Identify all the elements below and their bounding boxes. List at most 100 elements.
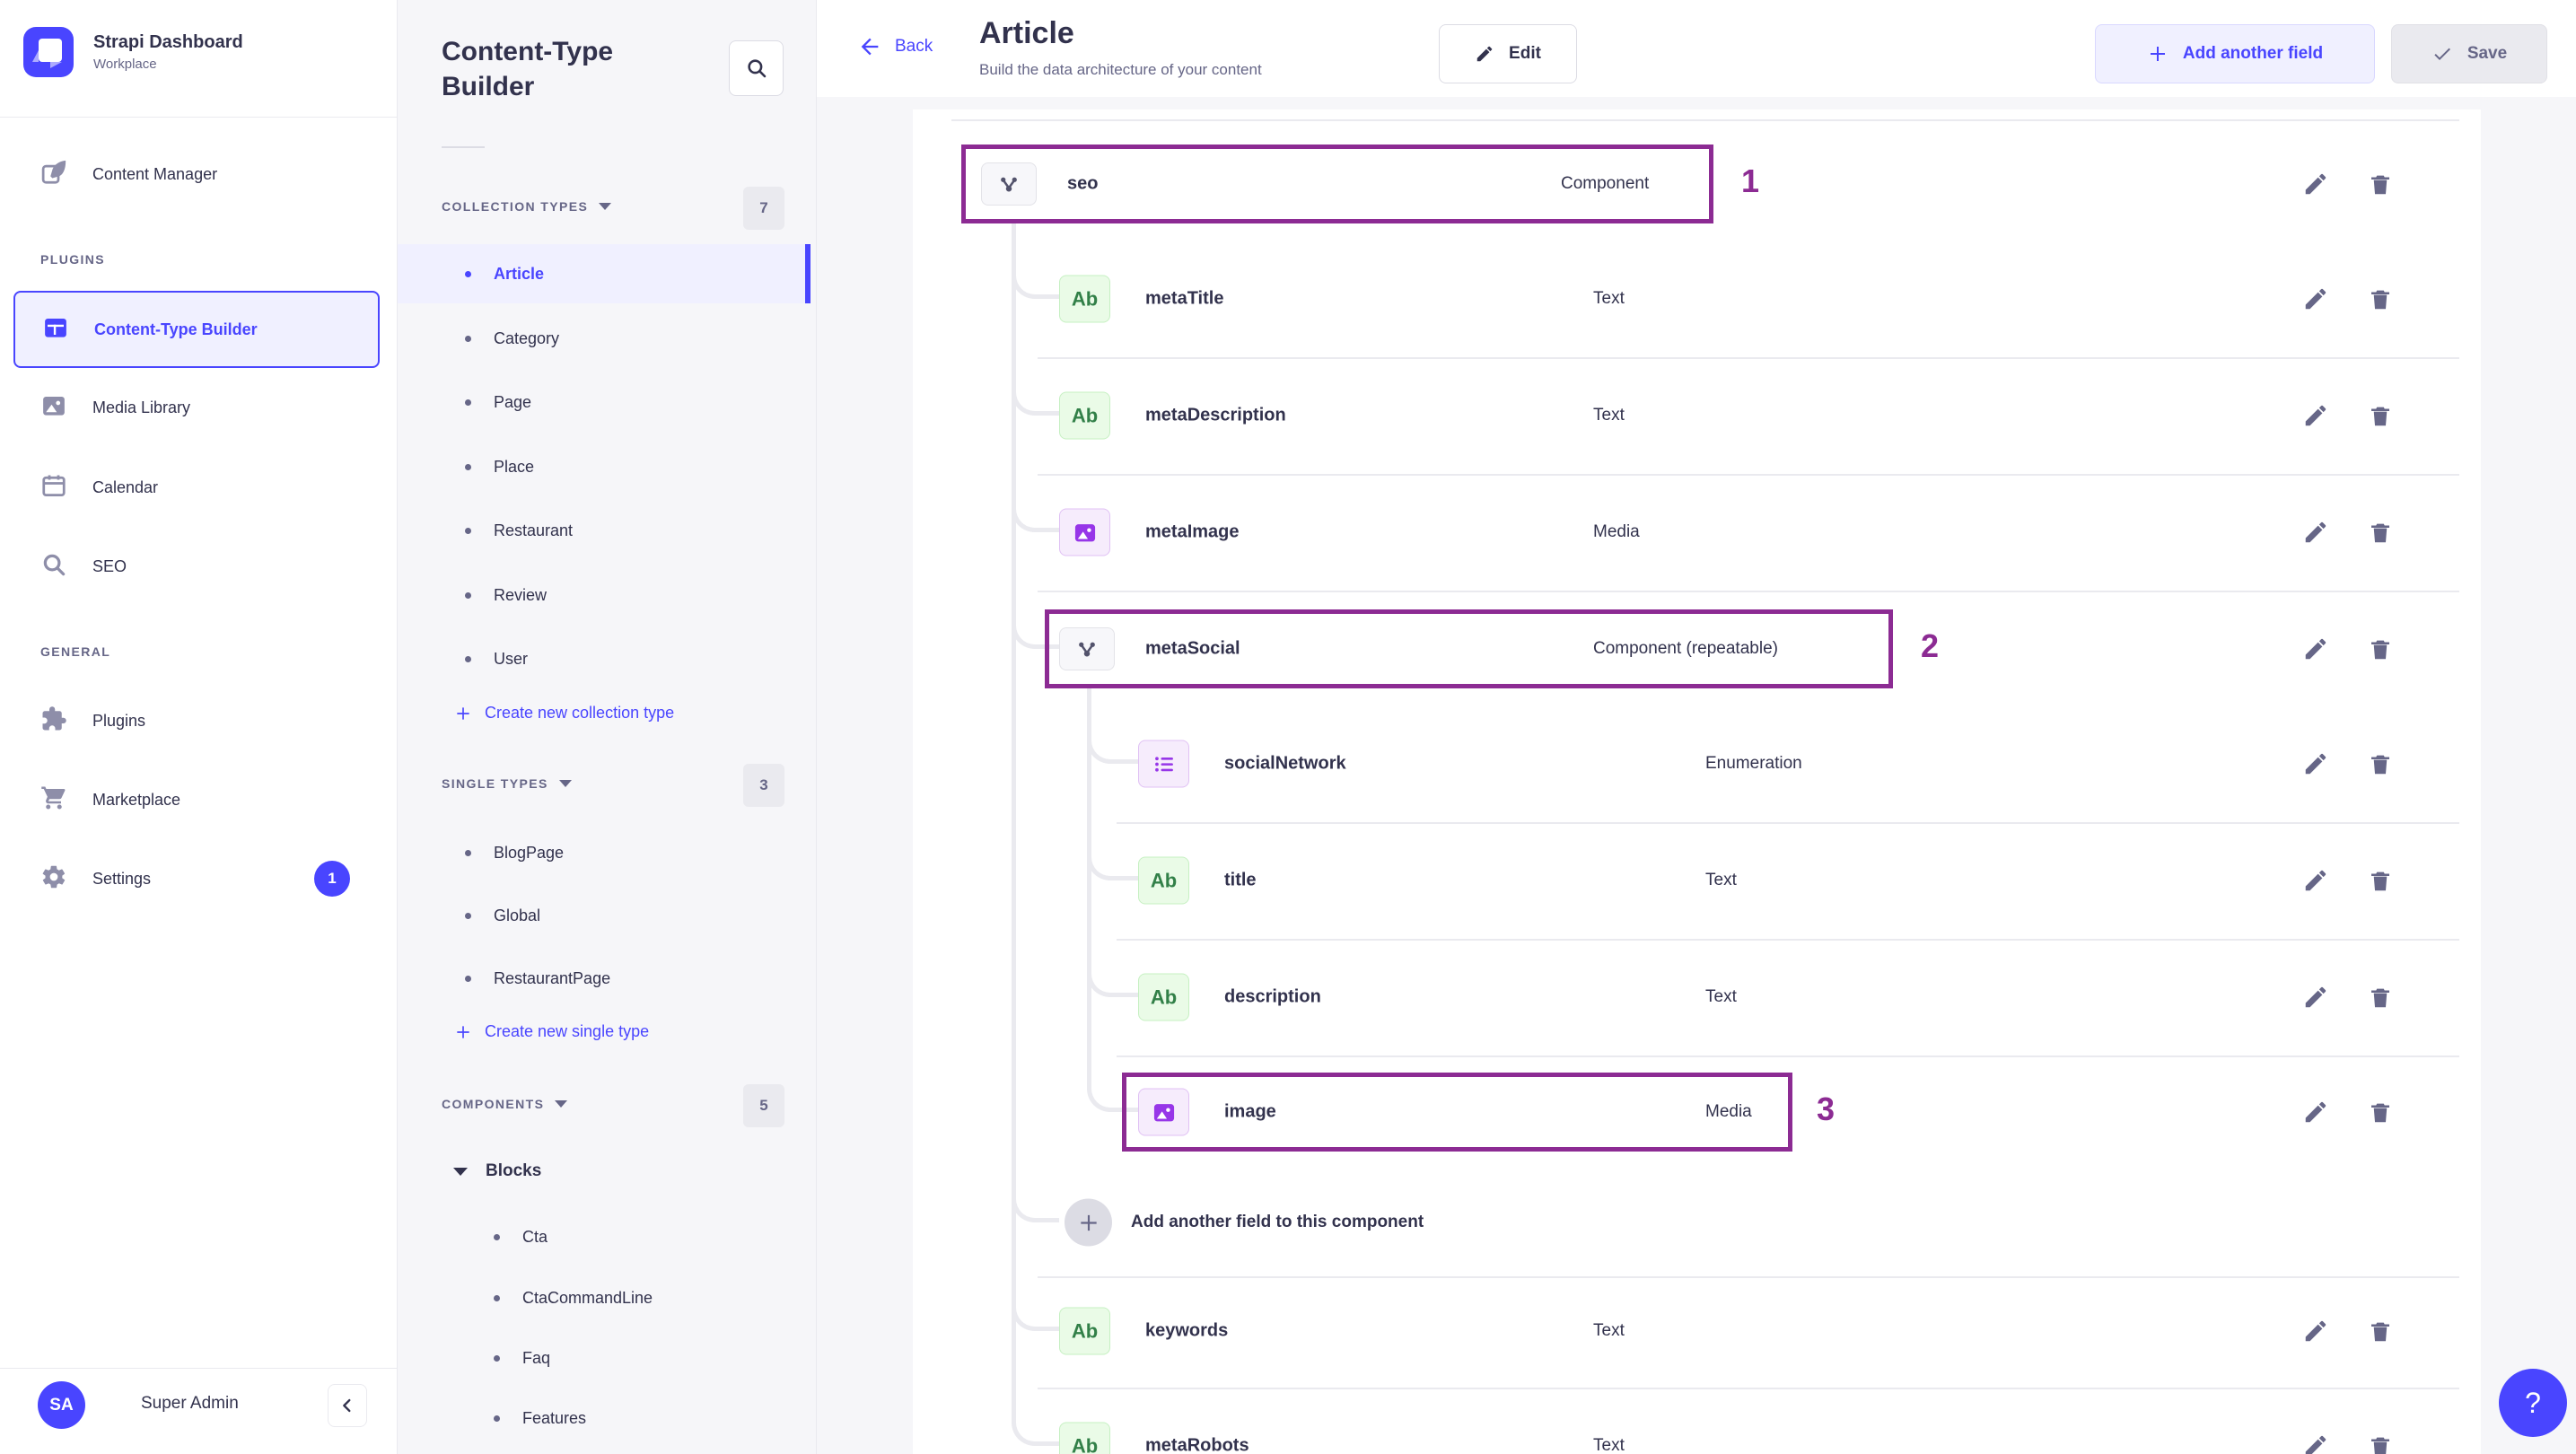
calendar-icon (40, 472, 67, 504)
delete-field-button[interactable] (2365, 865, 2396, 896)
edit-field-button[interactable] (2300, 284, 2331, 314)
app-title: Strapi Dashboard (93, 32, 243, 52)
delete-field-button[interactable] (2365, 400, 2396, 431)
edit-button[interactable]: Edit (1439, 24, 1577, 83)
sidebar-item-content-manager[interactable]: Content Manager (0, 145, 398, 203)
sidebar-item-calendar[interactable]: Calendar (0, 459, 398, 516)
sidebar-item-label: Content-Type Builder (94, 320, 258, 338)
add-another-field-button[interactable]: Add another field (2095, 24, 2375, 83)
user-row: SA Super Admin (0, 1369, 398, 1454)
edit-field-button[interactable] (2300, 400, 2331, 431)
back-link[interactable]: Back (857, 34, 933, 59)
divider (0, 117, 398, 118)
delete-field-button[interactable] (2365, 517, 2396, 547)
chevron-left-icon (343, 1398, 351, 1413)
feather-icon (40, 159, 67, 190)
edit-field-button[interactable] (2300, 982, 2331, 1012)
delete-field-button[interactable] (2365, 749, 2396, 779)
component-category-blocks[interactable]: Blocks (453, 1161, 541, 1181)
create-new-collection-type-link[interactable]: Create new collection type (454, 704, 674, 723)
add-field-to-component-row[interactable]: Add another field to this component (913, 1164, 2481, 1281)
field-name: metaRobots (1145, 1435, 1249, 1454)
field-row-keywords: Ab keywords Text (913, 1273, 2481, 1389)
panel-item-cta[interactable]: Cta (398, 1208, 810, 1266)
strapi-logo-icon (23, 27, 74, 77)
delete-field-button[interactable] (2365, 284, 2396, 314)
panel-item-page[interactable]: Page (398, 373, 810, 431)
sidebar-item-content-type-builder[interactable]: Content-Type Builder (13, 291, 380, 368)
search-icon (40, 551, 67, 582)
panel-group-label[interactable]: COLLECTION TYPES (442, 199, 612, 214)
delete-field-button[interactable] (2365, 982, 2396, 1012)
brand: Strapi Dashboard Workplace (23, 27, 243, 77)
create-new-single-type-link[interactable]: Create new single type (454, 1022, 649, 1041)
panel-group-count: 3 (743, 764, 784, 807)
divider (442, 146, 485, 148)
help-button[interactable]: ? (2499, 1369, 2567, 1437)
bullet-icon (465, 975, 471, 982)
field-name: keywords (1145, 1320, 1229, 1341)
panel-item-place[interactable]: Place (398, 438, 810, 495)
field-name: seo (1067, 173, 1099, 194)
edit-field-button[interactable] (2300, 749, 2331, 779)
avatar[interactable]: SA (38, 1381, 85, 1429)
panel-item-category[interactable]: Category (398, 310, 810, 367)
delete-field-button[interactable] (2365, 634, 2396, 664)
bullet-icon (465, 399, 471, 406)
save-button[interactable]: Save (2391, 24, 2547, 83)
pencil-icon (1476, 46, 1493, 62)
field-row-description: Ab description Text (913, 939, 2481, 1055)
search-icon (747, 59, 766, 78)
bullet-icon (465, 655, 471, 662)
component-field-icon (981, 162, 1037, 206)
edit-field-button[interactable] (2300, 865, 2331, 896)
panel-item-review[interactable]: Review (398, 566, 810, 624)
sidebar-section-label: GENERAL (40, 644, 111, 659)
edit-field-button[interactable] (2300, 1316, 2331, 1346)
panel-item-user[interactable]: User (398, 630, 810, 688)
field-name: image (1224, 1101, 1276, 1122)
edit-field-button[interactable] (2300, 634, 2331, 664)
text-field-icon: Ab (1059, 391, 1110, 440)
edit-field-button[interactable] (2300, 517, 2331, 547)
app-sidebar: Strapi Dashboard Workplace Content Manag… (0, 0, 398, 1454)
panel-group-count: 7 (743, 187, 784, 230)
panel-item-global[interactable]: Global (398, 887, 810, 944)
panel-item-blogpage[interactable]: BlogPage (398, 824, 810, 881)
panel-group-label[interactable]: COMPONENTS (442, 1097, 568, 1111)
panel-group-count: 5 (743, 1084, 784, 1127)
panel-item-faq[interactable]: Faq (398, 1329, 810, 1387)
panel-item-features[interactable]: Features (398, 1389, 810, 1447)
sidebar-item-plugins[interactable]: Plugins (0, 692, 398, 749)
search-button[interactable] (729, 40, 784, 96)
panel-title: Content-Type Builder (442, 37, 614, 101)
plus-icon (457, 1025, 469, 1038)
sidebar-item-media-library[interactable]: Media Library (0, 379, 398, 436)
panel-item-restaurant[interactable]: Restaurant (398, 502, 810, 559)
collapse-sidebar-button[interactable] (328, 1384, 367, 1427)
sidebar-item-label: Settings (92, 869, 152, 888)
sidebar-item-label: Plugins (92, 711, 146, 730)
panel-item-article[interactable]: Article (398, 244, 810, 303)
add-field-plus-button[interactable] (1065, 1198, 1112, 1247)
field-type: Component (repeatable) (1593, 639, 1778, 658)
text-field-icon: Ab (1059, 1307, 1110, 1355)
sidebar-item-seo[interactable]: SEO (0, 538, 398, 595)
delete-field-button[interactable] (2365, 1431, 2396, 1454)
bullet-icon (465, 849, 471, 856)
edit-field-button[interactable] (2300, 169, 2331, 199)
caret-down-icon (453, 1167, 468, 1176)
image-icon (40, 392, 67, 424)
field-type: Text (1593, 1436, 1625, 1454)
delete-field-button[interactable] (2365, 1316, 2396, 1346)
panel-group-label[interactable]: SINGLE TYPES (442, 776, 572, 791)
bullet-icon (494, 1354, 500, 1362)
sidebar-item-marketplace[interactable]: Marketplace (0, 771, 398, 828)
delete-field-button[interactable] (2365, 169, 2396, 199)
edit-field-button[interactable] (2300, 1431, 2331, 1454)
delete-field-button[interactable] (2365, 1097, 2396, 1127)
edit-field-button[interactable] (2300, 1097, 2331, 1127)
panel-item-ctacommandline[interactable]: CtaCommandLine (398, 1269, 810, 1327)
panel-item-restaurantpage[interactable]: RestaurantPage (398, 950, 810, 1007)
puzzle-icon (40, 705, 67, 737)
